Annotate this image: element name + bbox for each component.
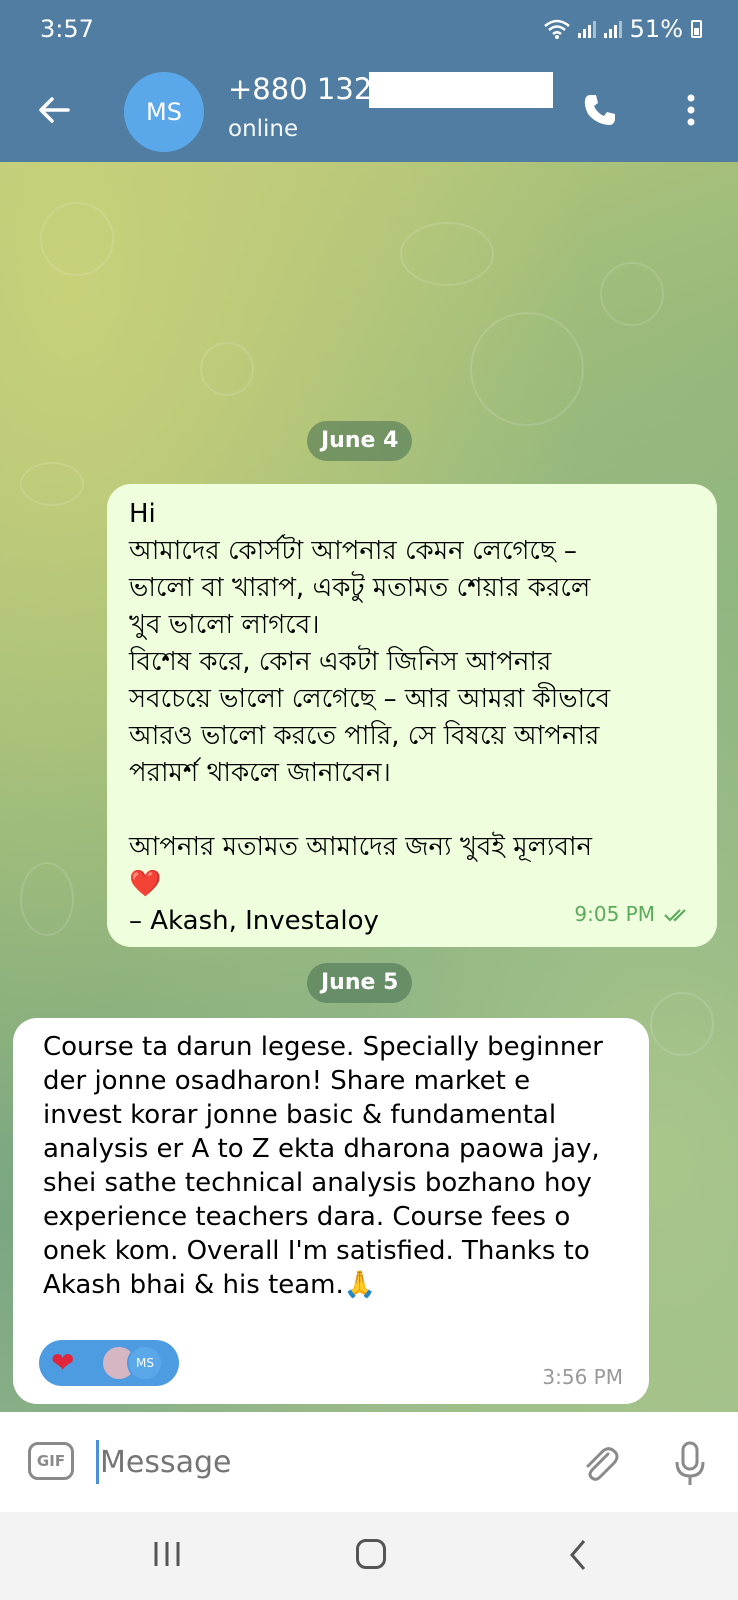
incoming-message-bubble[interactable]: Course ta darun legese. Specially beginn… [13, 1018, 649, 1404]
date-separator: June 4 [307, 421, 413, 461]
nav-back-icon[interactable] [568, 1538, 588, 1572]
wifi-icon [543, 19, 570, 39]
date-separator: June 5 [307, 963, 413, 1003]
status-bar: 3:57 51% [0, 0, 738, 62]
microphone-icon[interactable] [672, 1440, 708, 1488]
reaction-chip[interactable]: ❤ MS [39, 1340, 179, 1386]
outgoing-message-bubble[interactable]: Hi আমাদের কোর্সটা আপনার কেমন লেগেছে – ভা… [107, 484, 717, 947]
back-arrow-icon[interactable] [34, 90, 74, 130]
status-icons: 51% [543, 15, 702, 43]
home-icon[interactable] [356, 1539, 386, 1569]
signal-icon-2 [603, 20, 622, 38]
attach-icon[interactable] [578, 1442, 622, 1486]
redaction-box [369, 72, 553, 108]
message-composer: GIF [0, 1412, 738, 1512]
battery-percent: 51% [629, 15, 683, 43]
message-time: 9:05 PM [574, 902, 655, 926]
phone-icon[interactable] [580, 90, 620, 130]
more-vertical-icon[interactable] [681, 90, 701, 130]
text-cursor [96, 1440, 99, 1484]
message-input[interactable] [100, 1436, 540, 1488]
system-nav-bar [0, 1512, 738, 1600]
heart-reaction-icon: ❤ [51, 1346, 75, 1379]
message-text: Hi আমাদের কোর্সটা আপনার কেমন লেগেছে – ভা… [129, 499, 611, 936]
chat-title[interactable]: +880 132 [228, 72, 372, 106]
double-check-icon [664, 908, 686, 922]
recent-apps-icon[interactable] [152, 1538, 182, 1570]
chat-header: MS +880 132 online [0, 62, 738, 162]
gif-button[interactable]: GIF [28, 1442, 74, 1480]
message-time: 3:56 PM [542, 1365, 623, 1389]
message-meta: 9:05 PM [574, 896, 691, 933]
avatar[interactable]: MS [124, 72, 204, 152]
signal-icon [577, 20, 596, 38]
status-time: 3:57 [40, 15, 94, 43]
chat-status: online [228, 116, 299, 142]
reactor-avatar-initials: MS [127, 1345, 163, 1381]
message-text: Course ta darun legese. Specially beginn… [43, 1032, 603, 1300]
battery-icon [691, 20, 702, 38]
